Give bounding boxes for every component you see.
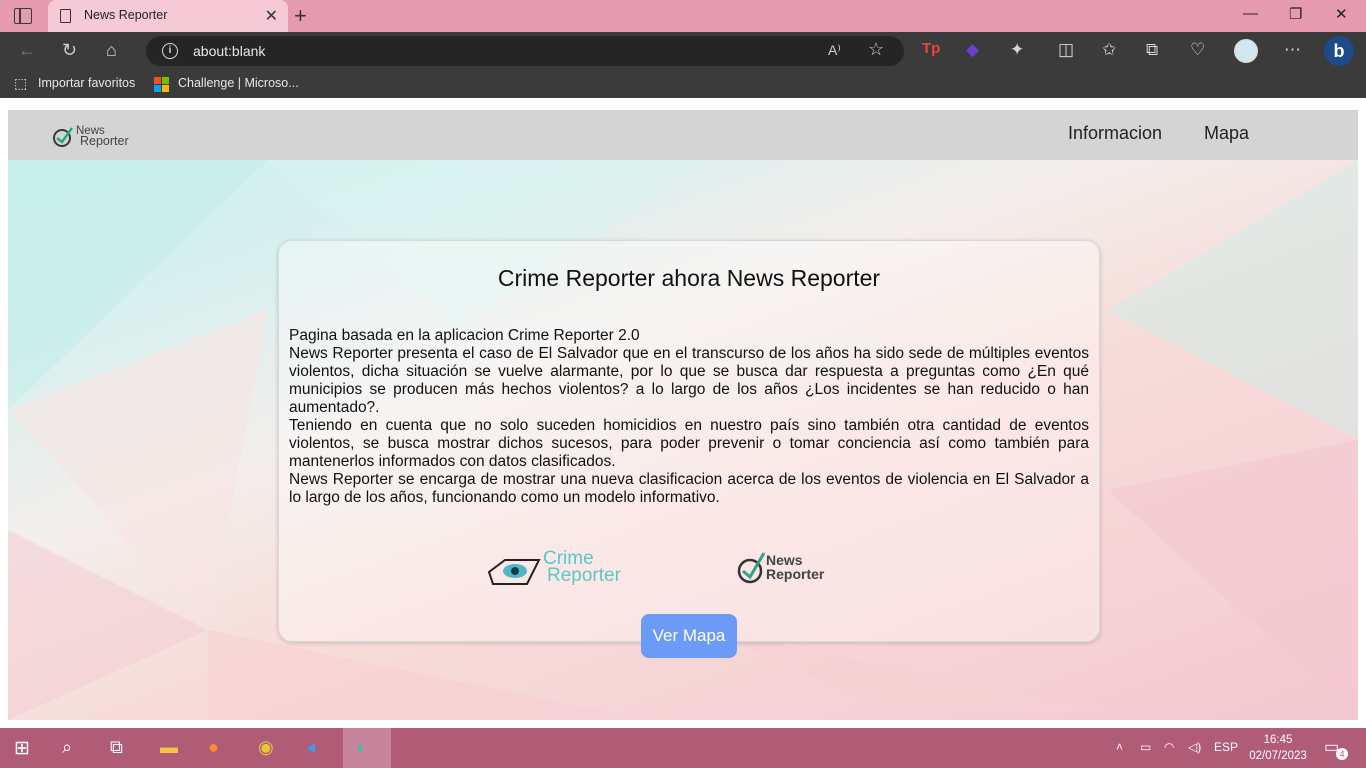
site-background: News Reporter Informacion Mapa Crime Rep… bbox=[8, 110, 1358, 720]
taskbar-clock[interactable]: 16:45 02/07/2023 bbox=[1248, 732, 1308, 764]
import-favorites-icon: ⬚ bbox=[14, 75, 28, 91]
show-hidden-icons-icon[interactable]: ˄ bbox=[1116, 740, 1123, 754]
address-bar[interactable]: i about:blank A⁾ ☆ bbox=[146, 36, 904, 66]
news-logo-line1: News bbox=[766, 552, 803, 568]
browser-tab-bar: News Reporter ✕ + — ❐ ✕ bbox=[0, 0, 1366, 32]
card-paragraph: News Reporter se encarga de mostrar una … bbox=[289, 471, 1089, 506]
url-text[interactable]: about:blank bbox=[193, 43, 265, 59]
card-paragraph: News Reporter presenta el caso de El Sal… bbox=[289, 345, 1089, 416]
ver-mapa-button[interactable]: Ver Mapa bbox=[641, 614, 737, 658]
vscode-icon[interactable]: ◂ bbox=[306, 737, 315, 758]
minimize-button[interactable]: — bbox=[1243, 5, 1258, 22]
clock-time: 16:45 bbox=[1263, 734, 1293, 746]
checkmark-logo-icon bbox=[53, 127, 74, 147]
tab-actions-icon[interactable] bbox=[14, 8, 32, 24]
file-explorer-icon[interactable]: ▬ bbox=[160, 737, 178, 758]
microsoft-logo-icon bbox=[154, 77, 169, 92]
bing-chat-icon[interactable]: b bbox=[1324, 36, 1354, 66]
crime-logo-text: Crime Reporter bbox=[543, 549, 621, 586]
nav-mapa[interactable]: Mapa bbox=[1204, 123, 1249, 144]
performance-icon[interactable]: ♡ bbox=[1190, 40, 1205, 60]
wifi-icon[interactable]: ◠ bbox=[1164, 740, 1174, 754]
extension-diamond-icon[interactable]: ◆ bbox=[966, 40, 979, 60]
volume-icon[interactable]: ◁) bbox=[1188, 740, 1201, 754]
site-header: News Reporter Informacion Mapa bbox=[8, 110, 1358, 160]
eye-logo-icon bbox=[487, 559, 541, 585]
battery-icon[interactable]: ▭ bbox=[1140, 740, 1151, 754]
news-reporter-logo: News Reporter bbox=[737, 549, 837, 589]
home-icon[interactable]: ⌂ bbox=[106, 40, 117, 61]
bookmarks-bar: ⬚ Importar favoritos Challenge | Microso… bbox=[0, 70, 1366, 98]
news-logo-line2: Reporter bbox=[766, 566, 825, 582]
checkmark-logo-icon bbox=[737, 552, 766, 584]
crime-logo-line2: Reporter bbox=[547, 565, 621, 586]
news-logo-text: News Reporter bbox=[766, 553, 824, 581]
language-indicator[interactable]: ESP bbox=[1214, 740, 1238, 754]
site-logo-text: News Reporter bbox=[76, 125, 129, 148]
settings-more-icon[interactable]: ⋯ bbox=[1284, 40, 1301, 60]
clock-date: 02/07/2023 bbox=[1249, 750, 1307, 762]
bookmark-challenge[interactable]: Challenge | Microso... bbox=[178, 76, 299, 90]
extension-tp-icon[interactable]: Tp bbox=[922, 40, 940, 57]
close-window-button[interactable]: ✕ bbox=[1335, 5, 1348, 23]
nav-informacion[interactable]: Informacion bbox=[1068, 123, 1162, 144]
favorite-star-icon[interactable]: ☆ bbox=[868, 39, 884, 60]
bookmark-import-favorites[interactable]: Importar favoritos bbox=[38, 76, 135, 90]
firefox-icon[interactable]: ● bbox=[208, 737, 219, 758]
favorites-icon[interactable]: ✩ bbox=[1102, 40, 1116, 60]
page-icon bbox=[60, 9, 71, 23]
card-body: Pagina basada en la aplicacion Crime Rep… bbox=[289, 327, 1089, 507]
browser-toolbar: ← ↻ ⌂ i about:blank A⁾ ☆ Tp ◆ ✦ ◫ ✩ ⧉ ♡ … bbox=[0, 32, 1366, 70]
site-info-icon[interactable]: i bbox=[162, 43, 178, 59]
card-title: Crime Reporter ahora News Reporter bbox=[497, 265, 881, 291]
crime-reporter-logo: Crime Reporter bbox=[487, 549, 642, 590]
task-view-icon[interactable]: ⧉ bbox=[110, 737, 123, 758]
card-paragraph: Teniendo en cuenta que no solo suceden h… bbox=[289, 417, 1089, 470]
info-card: Crime Reporter ahora News Reporter Pagin… bbox=[278, 240, 1100, 642]
collections-icon[interactable]: ⧉ bbox=[1146, 40, 1158, 60]
card-paragraph: Pagina basada en la aplicacion Crime Rep… bbox=[289, 327, 640, 344]
restore-button[interactable]: ❐ bbox=[1289, 5, 1302, 23]
close-tab-icon[interactable]: ✕ bbox=[265, 6, 278, 26]
refresh-icon[interactable]: ↻ bbox=[62, 40, 77, 61]
split-screen-icon[interactable]: ◫ bbox=[1058, 40, 1074, 60]
chrome-icon[interactable]: ◉ bbox=[258, 737, 274, 758]
tab-title: News Reporter bbox=[84, 8, 168, 22]
windows-taskbar: ⊞ ⌕ ⧉ ▬ ● ◉ ◂ ◐ ˄ ▭ ◠ ◁) ESP 16:45 02/07… bbox=[0, 728, 1366, 768]
page-viewport: News Reporter Informacion Mapa Crime Rep… bbox=[0, 98, 1366, 728]
new-tab-button[interactable]: + bbox=[294, 3, 307, 29]
read-aloud-icon[interactable]: A⁾ bbox=[828, 42, 841, 59]
edge-icon: ◐ bbox=[356, 737, 367, 757]
profile-avatar[interactable] bbox=[1234, 39, 1258, 63]
edge-taskbar-item[interactable]: ◐ bbox=[343, 728, 391, 768]
windows-start-icon[interactable]: ⊞ bbox=[14, 737, 30, 760]
notification-count-badge: 4 bbox=[1336, 748, 1348, 760]
extensions-icon[interactable]: ✦ bbox=[1010, 40, 1024, 60]
browser-tab[interactable]: News Reporter ✕ bbox=[48, 0, 288, 32]
search-icon[interactable]: ⌕ bbox=[62, 737, 72, 758]
back-icon[interactable]: ← bbox=[18, 40, 36, 61]
site-logo-line2: Reporter bbox=[80, 134, 129, 148]
